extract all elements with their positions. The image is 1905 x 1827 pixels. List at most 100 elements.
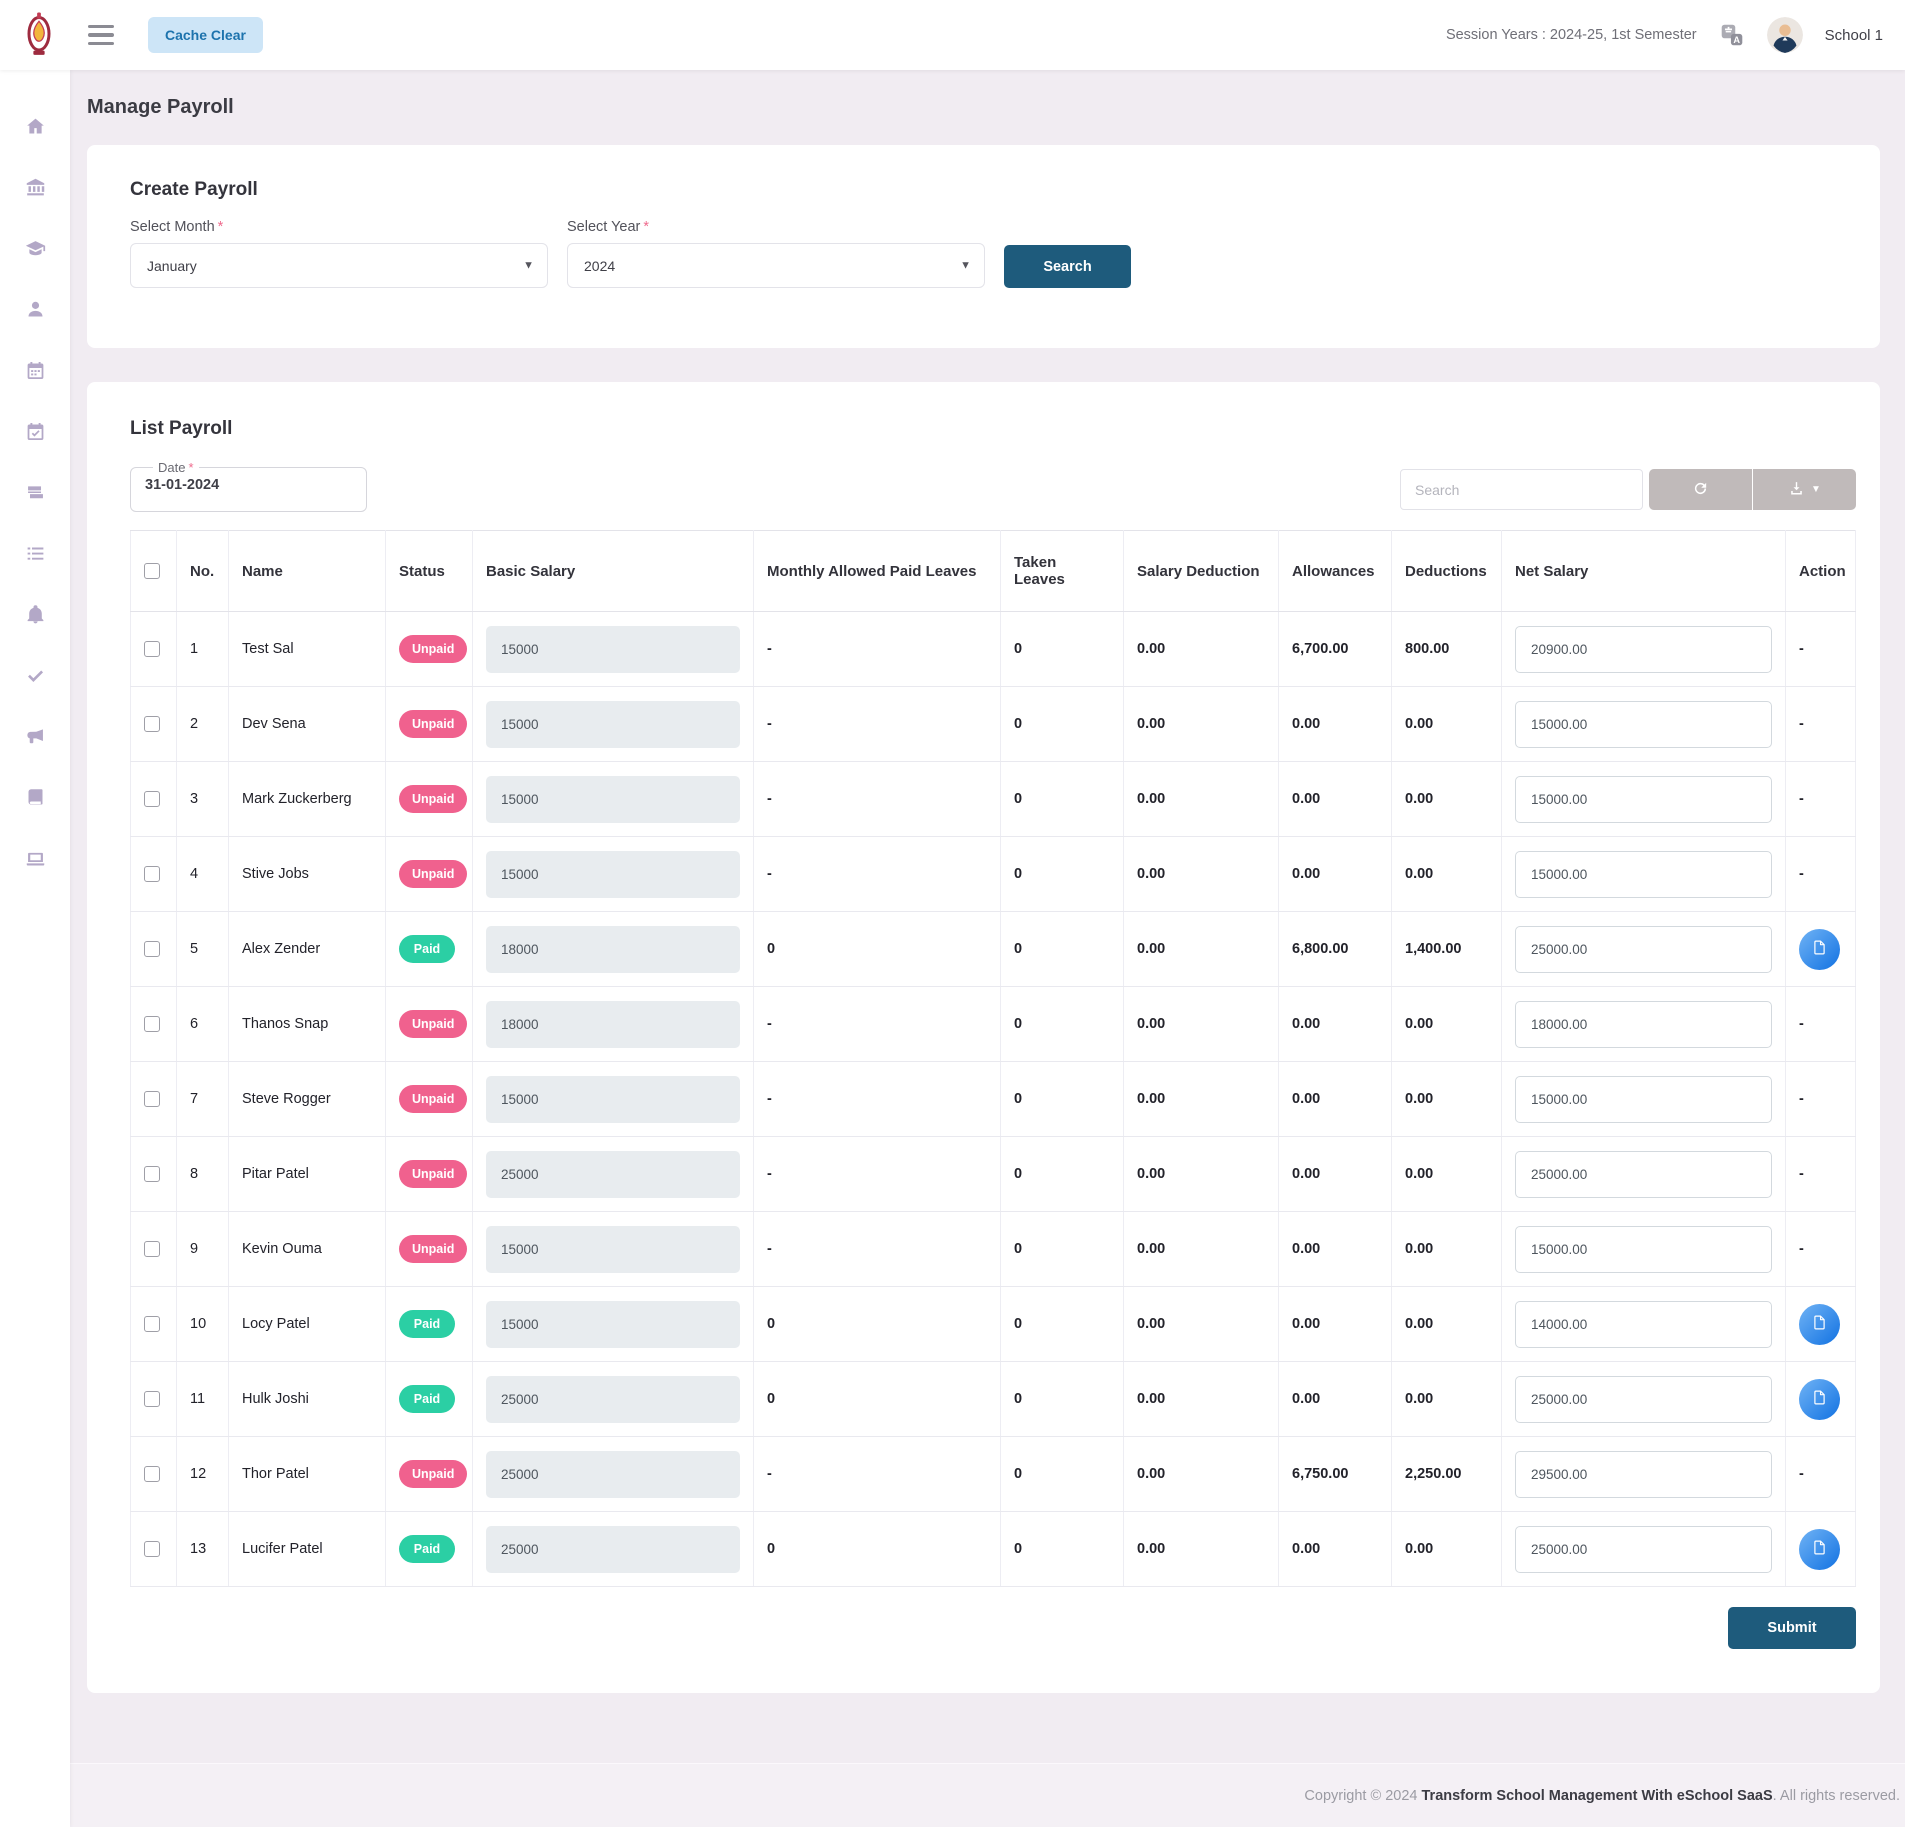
payroll-table: No.NameStatusBasic SalaryMonthly Allowed… (130, 530, 1856, 1587)
table-search-input[interactable] (1400, 469, 1643, 510)
sidebar-item-megaphone[interactable] (0, 708, 70, 769)
net-salary-input[interactable] (1515, 701, 1772, 748)
taken-leaves-value: 0 (1001, 762, 1124, 837)
net-salary-input[interactable] (1515, 1226, 1772, 1273)
basic-salary-input[interactable] (486, 1001, 740, 1048)
net-salary-input[interactable] (1515, 926, 1772, 973)
footer-link[interactable]: Transform School Management With eSchool… (1422, 1788, 1773, 1804)
basic-salary-input[interactable] (486, 1376, 740, 1423)
allowances-value: 0.00 (1279, 837, 1392, 912)
sidebar-item-graduation-cap[interactable] (0, 220, 70, 281)
net-salary-input[interactable] (1515, 1451, 1772, 1498)
basic-salary-input[interactable] (486, 926, 740, 973)
download-button[interactable]: ▼ (1753, 469, 1856, 510)
avatar[interactable] (1767, 17, 1803, 53)
cache-clear-button[interactable]: Cache Clear (148, 17, 263, 53)
select-all-checkbox[interactable] (144, 563, 160, 579)
allowances-value: 0.00 (1279, 1362, 1392, 1437)
row-checkbox[interactable] (144, 716, 160, 732)
row-checkbox[interactable] (144, 1316, 160, 1332)
row-checkbox[interactable] (144, 1241, 160, 1257)
column-header: No. (177, 531, 229, 612)
row-checkbox[interactable] (144, 1391, 160, 1407)
monthly-allowed-paid-leaves-value: - (754, 1437, 1001, 1512)
row-checkbox[interactable] (144, 1541, 160, 1557)
row-checkbox[interactable] (144, 641, 160, 657)
net-salary-input[interactable] (1515, 851, 1772, 898)
basic-salary-input[interactable] (486, 626, 740, 673)
basic-salary-input[interactable] (486, 1526, 740, 1573)
employee-name: Lucifer Patel (229, 1512, 386, 1587)
sidebar-item-bank[interactable] (0, 159, 70, 220)
sidebar-item-laptop[interactable] (0, 830, 70, 891)
column-header: Basic Salary (473, 531, 754, 612)
school-name-label[interactable]: School 1 (1825, 27, 1883, 44)
sidebar-item-home[interactable] (0, 98, 70, 159)
basic-salary-input[interactable] (486, 1076, 740, 1123)
year-select[interactable]: 2024 (567, 243, 985, 288)
column-header: Net Salary (1502, 531, 1786, 612)
search-button[interactable]: Search (1004, 245, 1131, 288)
net-salary-input[interactable] (1515, 1376, 1772, 1423)
payroll-table-row: 4Stive JobsUnpaid-00.000.000.00- (131, 837, 1856, 912)
date-input[interactable] (145, 477, 335, 493)
net-salary-input[interactable] (1515, 1301, 1772, 1348)
allowances-value: 0.00 (1279, 1287, 1392, 1362)
basic-salary-input[interactable] (486, 1301, 740, 1348)
sidebar-item-list[interactable] (0, 525, 70, 586)
net-salary-input[interactable] (1515, 1076, 1772, 1123)
translate-icon[interactable]: A (1719, 22, 1745, 48)
sidebar-item-calendar-check[interactable] (0, 403, 70, 464)
row-checkbox[interactable] (144, 941, 160, 957)
net-salary-input[interactable] (1515, 1151, 1772, 1198)
list-icon (25, 543, 46, 569)
payslip-button[interactable] (1799, 1379, 1840, 1420)
net-salary-input[interactable] (1515, 1526, 1772, 1573)
basic-salary-input[interactable] (486, 1151, 740, 1198)
row-checkbox[interactable] (144, 1166, 160, 1182)
row-checkbox[interactable] (144, 866, 160, 882)
payroll-table-row: 1Test SalUnpaid-00.006,700.00800.00- (131, 612, 1856, 687)
net-salary-input[interactable] (1515, 776, 1772, 823)
sidebar-item-cash[interactable] (0, 464, 70, 525)
sidebar-item-user[interactable] (0, 281, 70, 342)
row-checkbox[interactable] (144, 791, 160, 807)
status-badge: Unpaid (399, 635, 467, 663)
action-empty: - (1799, 1016, 1804, 1032)
payroll-table-row: 8Pitar PatelUnpaid-00.000.000.00- (131, 1137, 1856, 1212)
sidebar-item-calendar[interactable] (0, 342, 70, 403)
sidebar-toggle-icon[interactable] (88, 25, 114, 45)
taken-leaves-value: 0 (1001, 1062, 1124, 1137)
sidebar-item-book[interactable] (0, 769, 70, 830)
row-checkbox[interactable] (144, 1466, 160, 1482)
payslip-button[interactable] (1799, 1304, 1840, 1345)
basic-salary-input[interactable] (486, 1451, 740, 1498)
refresh-button[interactable] (1649, 469, 1752, 510)
basic-salary-input[interactable] (486, 851, 740, 898)
month-select[interactable]: January (130, 243, 548, 288)
action-empty: - (1799, 1091, 1804, 1107)
row-checkbox[interactable] (144, 1016, 160, 1032)
copyright-text: Copyright © 2024 Transform School Manage… (1304, 1788, 1900, 1804)
net-salary-input[interactable] (1515, 626, 1772, 673)
payslip-button[interactable] (1799, 929, 1840, 970)
sidebar-item-bell[interactable] (0, 586, 70, 647)
monthly-allowed-paid-leaves-value: - (754, 687, 1001, 762)
basic-salary-input[interactable] (486, 776, 740, 823)
status-badge: Unpaid (399, 1160, 467, 1188)
graduation-cap-icon (25, 238, 46, 264)
submit-button[interactable]: Submit (1728, 1607, 1856, 1649)
row-checkbox[interactable] (144, 1091, 160, 1107)
sidebar-item-check[interactable] (0, 647, 70, 708)
status-badge: Unpaid (399, 710, 467, 738)
salary-deduction-value: 0.00 (1124, 1512, 1279, 1587)
payslip-button[interactable] (1799, 1529, 1840, 1570)
net-salary-input[interactable] (1515, 1001, 1772, 1048)
taken-leaves-value: 0 (1001, 1512, 1124, 1587)
basic-salary-input[interactable] (486, 1226, 740, 1273)
table-header-row: No.NameStatusBasic SalaryMonthly Allowed… (131, 531, 1856, 612)
row-number: 13 (177, 1512, 229, 1587)
deductions-value: 0.00 (1392, 1137, 1502, 1212)
row-number: 11 (177, 1362, 229, 1437)
basic-salary-input[interactable] (486, 701, 740, 748)
